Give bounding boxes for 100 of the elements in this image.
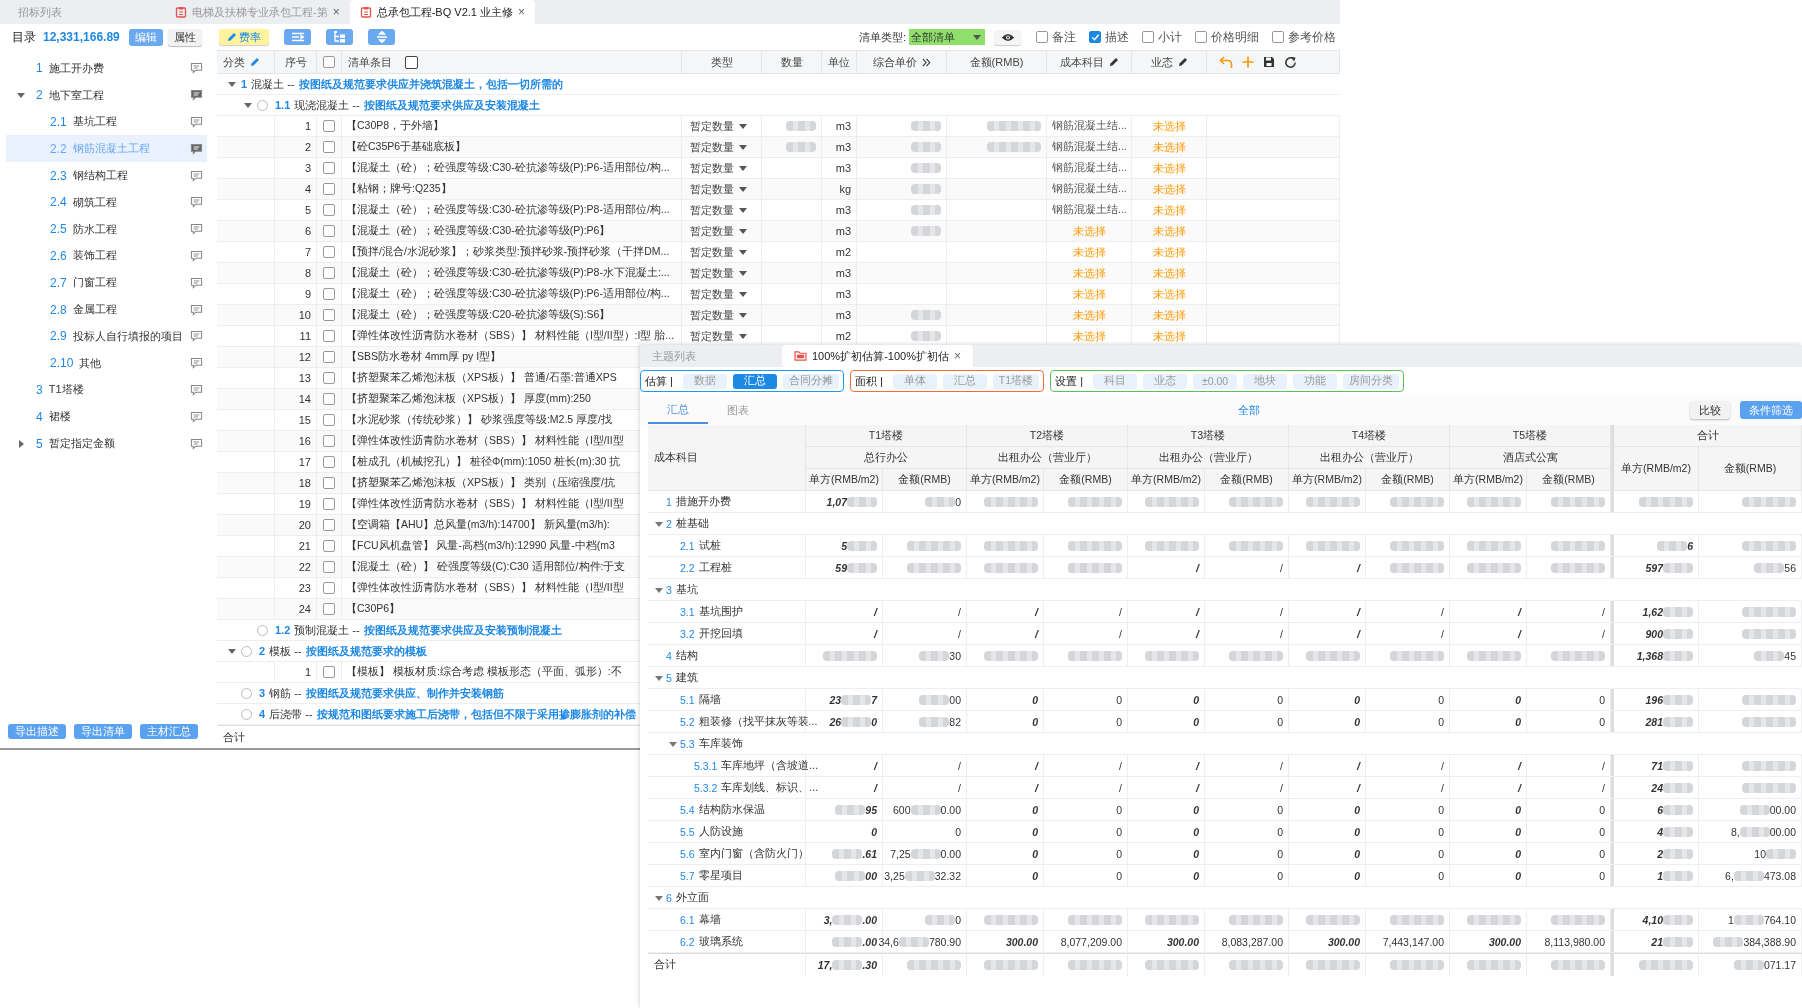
indent-button[interactable] [284, 29, 311, 45]
comment-icon[interactable] [190, 142, 203, 155]
row-checkbox[interactable] [323, 267, 335, 279]
caret-icon[interactable] [739, 186, 747, 192]
caret-icon[interactable] [739, 228, 747, 234]
checkbox[interactable] [1089, 31, 1101, 43]
cost-subject-cell[interactable]: 钢筋混凝土结... [1047, 200, 1132, 220]
type-dropdown[interactable]: 暂定数量 [682, 305, 762, 325]
caret-icon[interactable] [669, 739, 677, 748]
type-dropdown[interactable]: 暂定数量 [682, 200, 762, 220]
tree-item[interactable]: 3 T1塔楼 [6, 376, 207, 404]
row-checkbox[interactable] [323, 561, 335, 573]
row-checkbox[interactable] [323, 414, 335, 426]
tree-item[interactable]: 2.8 金属工程 [6, 296, 207, 323]
caret-icon[interactable] [17, 91, 25, 100]
type-dropdown[interactable]: 暂定数量 [682, 137, 762, 157]
tree-item[interactable]: 2.5 防水工程 [6, 215, 207, 243]
caret-icon[interactable] [739, 123, 747, 129]
row-checkbox[interactable] [323, 477, 335, 489]
checkbox[interactable] [1195, 31, 1207, 43]
row-checkbox[interactable] [323, 309, 335, 321]
row-checkbox[interactable] [323, 456, 335, 468]
caret-icon[interactable] [655, 893, 663, 902]
caret-icon[interactable] [739, 249, 747, 255]
comment-icon[interactable] [190, 116, 203, 128]
expand-icon[interactable] [375, 31, 388, 43]
row-checkbox[interactable] [323, 162, 335, 174]
cost-subject-cell[interactable]: 钢筋混凝土结... [1047, 116, 1132, 136]
cost-subject-cell[interactable]: 钢筋混凝土结... [1047, 158, 1132, 178]
row-checkbox[interactable] [323, 225, 335, 237]
caret-icon[interactable] [739, 291, 747, 297]
row-checkbox[interactable] [323, 183, 335, 195]
cost-subject-cell[interactable]: 钢筋混凝土结... [1047, 137, 1132, 157]
row-checkbox[interactable] [323, 204, 335, 216]
undo-icon[interactable] [1219, 55, 1233, 69]
select-all-checkbox[interactable] [323, 56, 335, 68]
caret-icon[interactable] [655, 585, 663, 594]
option-label[interactable]: 备注 [1052, 28, 1076, 46]
type-dropdown[interactable]: 暂定数量 [682, 242, 762, 262]
caret-icon[interactable] [655, 673, 663, 682]
row-checkbox[interactable] [323, 246, 335, 258]
toolbar-button[interactable]: 比较 [1690, 401, 1730, 419]
caret-icon[interactable] [17, 439, 25, 448]
comment-icon[interactable] [190, 383, 203, 396]
close-icon[interactable]: × [332, 5, 340, 19]
row-checkbox[interactable] [323, 540, 335, 552]
document-tab[interactable]: 100%扩初估算-100%扩初估 × [782, 345, 973, 367]
row-checkbox[interactable] [323, 603, 335, 615]
caret-icon[interactable] [244, 101, 252, 109]
comment-icon[interactable] [190, 276, 203, 289]
close-icon[interactable]: × [953, 349, 961, 363]
comment-icon[interactable] [190, 410, 203, 423]
type-dropdown[interactable]: 暂定数量 [682, 221, 762, 241]
row-checkbox[interactable] [323, 330, 335, 342]
row-checkbox[interactable] [323, 498, 335, 510]
chevrons-icon[interactable] [921, 57, 931, 67]
checkbox[interactable] [1036, 31, 1048, 43]
entry-checkbox[interactable] [405, 55, 418, 69]
caret-icon[interactable] [228, 647, 236, 655]
export-button[interactable]: 导出描述 [8, 723, 66, 739]
comment-icon[interactable] [190, 303, 203, 316]
row-checkbox[interactable] [323, 393, 335, 405]
option-label[interactable]: 价格明细 [1211, 28, 1259, 46]
comment-icon[interactable] [190, 89, 203, 102]
comment-icon[interactable] [190, 357, 203, 370]
row-checkbox[interactable] [323, 666, 335, 678]
export-button[interactable]: 主材汇总 [140, 723, 198, 739]
caret-icon[interactable] [739, 207, 747, 213]
type-dropdown[interactable]: 暂定数量 [682, 263, 762, 283]
caret-icon[interactable] [739, 165, 747, 171]
save-icon[interactable] [1263, 56, 1275, 68]
tree-item[interactable]: 2.10 其他 [6, 349, 207, 377]
tree-item[interactable]: 1 施工开办费 [6, 55, 207, 82]
caret-icon[interactable] [739, 312, 747, 318]
tree-button[interactable] [326, 29, 353, 45]
eye-button[interactable] [994, 29, 1021, 45]
checkbox[interactable] [1272, 31, 1284, 43]
tree-item[interactable]: 2.6 装饰工程 [6, 242, 207, 270]
tree-item[interactable]: 5 暂定指定金额 [6, 430, 207, 457]
tree-item[interactable]: 2.3 钢结构工程 [6, 162, 207, 189]
tree-item[interactable]: 2.1 基坑工程 [6, 108, 207, 136]
comment-icon[interactable] [190, 196, 203, 209]
comment-icon[interactable] [190, 62, 203, 75]
comment-icon[interactable] [190, 330, 203, 343]
toolbar-button[interactable]: 条件筛选 [1740, 401, 1802, 419]
type-dropdown[interactable]: 暂定数量 [682, 116, 762, 136]
pencil-icon[interactable] [1177, 57, 1188, 67]
export-button[interactable]: 导出清单 [74, 723, 132, 739]
caret-icon[interactable] [973, 34, 981, 40]
row-checkbox[interactable] [323, 582, 335, 594]
expand-button[interactable] [368, 29, 395, 45]
filter-option[interactable]: 地块 [1243, 373, 1288, 389]
caret-icon[interactable] [655, 519, 663, 528]
pencil-icon[interactable] [1108, 57, 1119, 67]
comment-icon[interactable] [190, 249, 203, 262]
caret-icon[interactable] [739, 333, 747, 339]
tree-item[interactable]: 2.7 门窗工程 [6, 269, 207, 297]
tree-item[interactable]: 2.4 砌筑工程 [6, 189, 207, 216]
tree-item[interactable]: 2 地下室工程 [6, 81, 207, 109]
option-label[interactable]: 小计 [1158, 28, 1182, 46]
